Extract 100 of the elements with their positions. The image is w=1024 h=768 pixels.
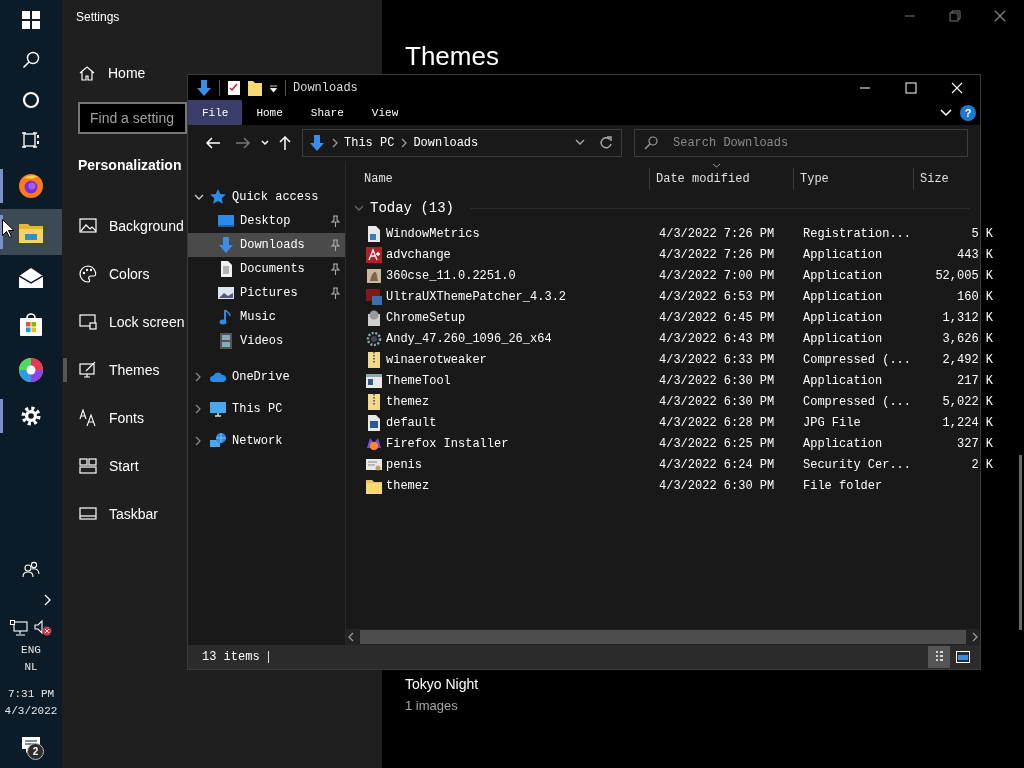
settings-nav-item[interactable]: Start xyxy=(62,442,141,490)
new-folder-icon[interactable] xyxy=(248,79,262,96)
dropdown-caret-icon[interactable] xyxy=(575,139,585,147)
sort-icon[interactable] xyxy=(712,163,721,168)
group-header[interactable]: Today (13) xyxy=(370,200,454,216)
tree-item[interactable]: Pictures xyxy=(188,281,345,305)
tree-item[interactable]: OneDrive xyxy=(188,361,345,393)
tree-item[interactable]: Downloads xyxy=(188,233,345,257)
color-wheel-icon[interactable] xyxy=(18,357,44,383)
ribbon-tab[interactable]: Home xyxy=(242,100,297,125)
tree-item[interactable]: Quick access xyxy=(188,185,345,209)
window-title: Settings xyxy=(75,9,121,26)
download-icon xyxy=(218,237,234,253)
pin-icon[interactable] xyxy=(330,215,340,227)
muted-speaker-icon[interactable] xyxy=(34,620,52,636)
address-bar[interactable]: This PC Downloads xyxy=(302,129,622,157)
language-indicator[interactable]: ENG xyxy=(0,642,62,659)
ribbon-tab[interactable]: File xyxy=(188,100,243,125)
date-cell-text: 4/3/2022 6:30 PM xyxy=(659,478,776,493)
file-name[interactable]: 360cse_11.0.2251.0 xyxy=(386,268,516,283)
settings-nav-item[interactable]: Lock screen xyxy=(62,298,187,346)
caret-icon[interactable] xyxy=(269,82,278,93)
help-button[interactable]: ? xyxy=(960,104,976,121)
home-nav-item[interactable]: Home xyxy=(62,51,152,95)
scroll-right-icon[interactable] xyxy=(970,632,980,642)
shopping-bag-icon[interactable] xyxy=(20,312,42,336)
scrollbar[interactable] xyxy=(1019,455,1022,630)
file-name[interactable]: advchange xyxy=(386,247,451,262)
settings-nav-item[interactable]: Fonts xyxy=(62,394,146,442)
region-indicator[interactable]: NL xyxy=(0,659,62,676)
tree-item[interactable]: This PC xyxy=(188,393,345,425)
task-view-icon[interactable] xyxy=(22,131,40,149)
file-name[interactable]: themez xyxy=(386,394,430,409)
settings-icon[interactable] xyxy=(20,405,42,427)
maximize-icon[interactable] xyxy=(902,79,920,96)
settings-nav-item[interactable]: Themes xyxy=(62,346,162,394)
breadcrumb[interactable]: Downloads xyxy=(413,136,479,150)
type-cell-text: Application xyxy=(803,373,884,388)
horizontal-scrollbar[interactable] xyxy=(346,629,980,645)
letters-icon xyxy=(79,409,97,427)
chevron-down-icon[interactable] xyxy=(194,192,204,202)
file-name[interactable]: default xyxy=(386,415,437,430)
column-header[interactable]: Date modified xyxy=(656,172,750,186)
details-view-button[interactable] xyxy=(928,646,950,668)
properties-icon[interactable] xyxy=(227,79,241,96)
file-name[interactable]: winaerotweaker xyxy=(386,352,487,367)
pin-icon[interactable] xyxy=(330,287,340,299)
tree-item[interactable]: Music xyxy=(188,305,345,329)
settings-nav-item[interactable]: Taskbar xyxy=(62,490,161,538)
size-cell-text: 5 K xyxy=(970,226,993,241)
type-cell-text: Application xyxy=(803,268,884,283)
file-name[interactable]: UltraUXThemePatcher_4.3.2 xyxy=(386,289,567,304)
browser-icon[interactable] xyxy=(18,173,44,199)
desktop-icon xyxy=(218,213,234,229)
envelope-icon[interactable] xyxy=(19,268,43,288)
circle-icon[interactable] xyxy=(22,91,40,109)
search-field[interactable]: Search Downloads xyxy=(634,129,968,157)
settings-nav-item[interactable]: Background xyxy=(62,202,186,250)
search-field[interactable]: Find a setting xyxy=(78,102,187,134)
breadcrumb[interactable]: This PC xyxy=(344,136,395,150)
column-header[interactable]: Size xyxy=(920,172,949,186)
lock-screen-icon xyxy=(79,313,97,331)
forward-arrow-icon[interactable] xyxy=(235,135,251,151)
size-cell-text: 52,005 K xyxy=(934,268,993,283)
folder-icon[interactable] xyxy=(19,221,43,243)
ribbon-tab[interactable]: Share xyxy=(296,100,358,125)
chevron-icon[interactable] xyxy=(44,594,52,606)
column-header[interactable]: Name xyxy=(364,172,393,186)
scroll-left-icon[interactable] xyxy=(346,632,356,642)
column-header[interactable]: Type xyxy=(800,172,829,186)
file-name[interactable]: ChromeSetup xyxy=(386,310,466,325)
clock-date[interactable]: 4/3/2022 xyxy=(0,703,62,720)
file-name[interactable]: Andy_47.260_1096_26_x64 xyxy=(386,331,552,346)
download-arrow-icon[interactable] xyxy=(196,79,212,96)
file-name[interactable]: penis xyxy=(386,457,422,472)
tree-item[interactable]: Videos xyxy=(188,329,345,353)
up-arrow-icon[interactable] xyxy=(278,135,292,151)
clock-time[interactable]: 7:31 PM xyxy=(0,686,62,703)
tree-item[interactable]: Network xyxy=(188,425,345,457)
settings-nav-item[interactable]: Colors xyxy=(62,250,152,298)
ribbon-tab[interactable]: View xyxy=(357,100,413,125)
file-name[interactable]: themez xyxy=(386,478,430,493)
theme-name[interactable]: Tokyo Night xyxy=(405,676,1024,692)
size-cell-text: 327 K xyxy=(956,436,993,451)
chevron-down-icon[interactable] xyxy=(940,107,952,118)
file-name[interactable]: ThemeTool xyxy=(386,373,451,388)
people-icon[interactable] xyxy=(22,561,40,577)
file-name[interactable]: Firefox Installer xyxy=(386,436,509,451)
taskbar-button[interactable] xyxy=(0,209,62,255)
refresh-icon[interactable] xyxy=(599,136,613,150)
caret-icon[interactable] xyxy=(261,140,269,146)
pin-icon[interactable] xyxy=(330,263,340,275)
file-name[interactable]: WindowMetrics xyxy=(386,226,480,241)
back-arrow-icon[interactable] xyxy=(205,135,221,151)
network-icon[interactable] xyxy=(10,620,28,636)
tree-item[interactable]: Documents xyxy=(188,257,345,281)
pin-icon[interactable] xyxy=(330,239,340,251)
search-icon[interactable] xyxy=(22,51,40,69)
windows-logo-icon[interactable] xyxy=(22,11,40,29)
tree-item[interactable]: Desktop xyxy=(188,209,345,233)
